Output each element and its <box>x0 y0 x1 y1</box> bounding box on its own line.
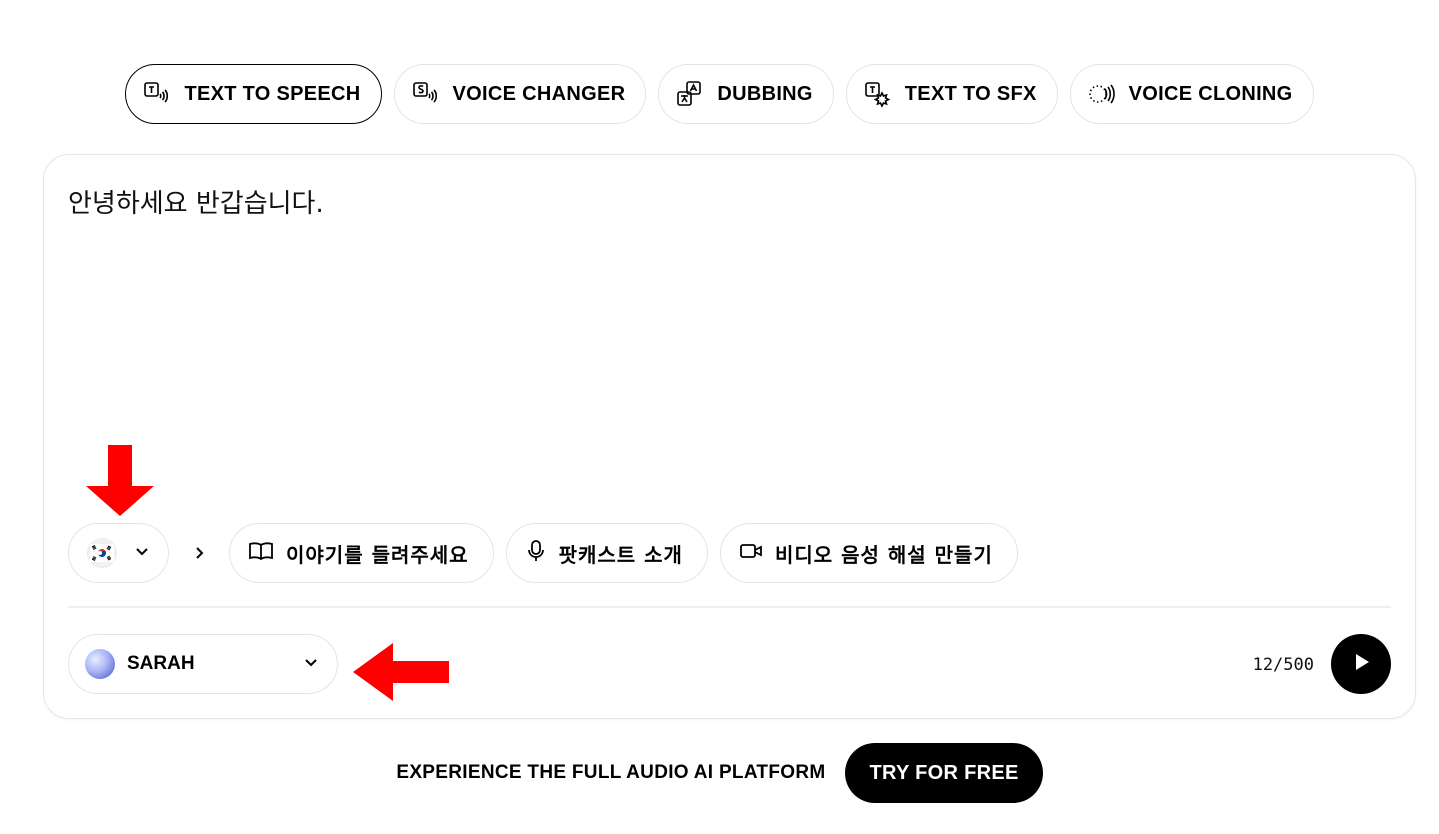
book-icon <box>248 540 274 567</box>
microphone-icon <box>525 539 547 568</box>
tab-voice-cloning[interactable]: VOICE CLONING <box>1069 64 1314 124</box>
tab-label: VOICE CLONING <box>1128 82 1293 105</box>
suggestion-chip-video[interactable]: 비디오 음성 해설 만들기 <box>719 523 1018 583</box>
play-button[interactable] <box>1331 634 1391 694</box>
divider <box>68 606 1391 608</box>
tab-voice-changer[interactable]: VOICE CHANGER <box>393 64 647 124</box>
dubbing-icon <box>675 80 703 108</box>
voice-cloning-icon <box>1087 80 1115 108</box>
annotation-arrow-down-icon <box>86 445 154 522</box>
voice-changer-icon <box>411 80 439 108</box>
video-icon <box>739 541 763 566</box>
text-to-speech-icon <box>142 80 170 108</box>
language-select[interactable] <box>68 523 169 583</box>
tts-card: 안녕하세요 반갑습니다. 이야기를 들려주세요 팟캐스트 소개 비디오 음성 해… <box>43 154 1416 719</box>
character-count: 12/500 <box>1252 655 1314 675</box>
try-for-free-button[interactable]: TRY FOR FREE <box>845 743 1043 803</box>
voice-avatar <box>85 649 115 679</box>
voice-name: SARAH <box>127 653 195 674</box>
suggestion-row: 이야기를 들려주세요 팟캐스트 소개 비디오 음성 해설 만들기 <box>68 523 1018 583</box>
tab-label: VOICE CHANGER <box>452 82 626 105</box>
tab-label: DUBBING <box>717 82 813 105</box>
suggestion-label: 팟캐스트 소개 <box>558 542 683 567</box>
text-to-sfx-icon <box>863 80 891 108</box>
suggestion-label: 비디오 음성 해설 만들기 <box>774 542 993 567</box>
chevron-down-icon <box>303 654 319 675</box>
korea-flag-icon <box>87 538 117 568</box>
suggestion-chip-podcast[interactable]: 팟캐스트 소개 <box>505 523 708 583</box>
suggestion-label: 이야기를 들려주세요 <box>286 542 469 567</box>
product-tabs: TEXT TO SPEECH VOICE CHANGER DUBBING TEX… <box>0 64 1439 124</box>
tab-text-to-speech[interactable]: TEXT TO SPEECH <box>125 64 382 124</box>
play-icon <box>1351 652 1371 677</box>
text-input[interactable]: 안녕하세요 반갑습니다. <box>68 183 324 220</box>
tab-label: TEXT TO SFX <box>904 82 1037 105</box>
footer-cta: EXPERIENCE THE FULL AUDIO AI PLATFORM TR… <box>0 743 1439 803</box>
chevron-down-icon <box>134 543 150 564</box>
annotation-arrow-left-icon <box>353 643 449 706</box>
footer-text: EXPERIENCE THE FULL AUDIO AI PLATFORM <box>396 762 826 783</box>
tab-text-to-sfx[interactable]: TEXT TO SFX <box>845 64 1058 124</box>
suggestion-chip-story[interactable]: 이야기를 들려주세요 <box>229 523 494 583</box>
voice-select[interactable]: SARAH <box>68 634 338 694</box>
chevron-right-icon[interactable] <box>181 546 217 560</box>
tab-label: TEXT TO SPEECH <box>184 82 361 105</box>
tab-dubbing[interactable]: DUBBING <box>658 64 834 124</box>
